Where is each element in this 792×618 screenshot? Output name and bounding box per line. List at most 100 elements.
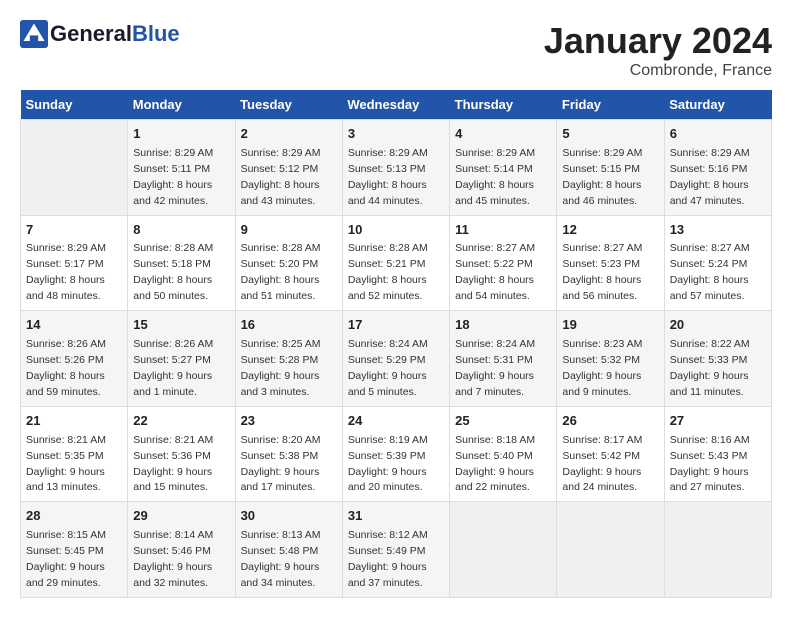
calendar-cell	[450, 502, 557, 598]
calendar-cell: 11Sunrise: 8:27 AMSunset: 5:22 PMDayligh…	[450, 215, 557, 311]
calendar-cell: 9Sunrise: 8:28 AMSunset: 5:20 PMDaylight…	[235, 215, 342, 311]
calendar-cell	[21, 120, 128, 216]
calendar-cell: 15Sunrise: 8:26 AMSunset: 5:27 PMDayligh…	[128, 311, 235, 407]
calendar-cell: 24 Sunrise: 8:19 AMSunset: 5:39 PMDayligh…	[342, 406, 449, 502]
day-number: 14	[26, 316, 122, 335]
day-info: Sunrise: 8:12 AMSunset: 5:49 PMDaylight:…	[348, 529, 428, 589]
day-info: Sunrise: 8:19 AMSunset: 5:39 PMDaylight:…	[348, 434, 428, 494]
calendar-cell: 14 Sunrise: 8:26 AMSunset: 5:26 PMDayligh…	[21, 311, 128, 407]
day-number: 22	[133, 412, 229, 431]
day-number: 23	[241, 412, 337, 431]
week-row-4: 21 Sunrise: 8:21 AMSunset: 5:35 PMDayligh…	[21, 406, 772, 502]
day-number: 7	[26, 221, 122, 240]
day-info: Sunrise: 8:29 AMSunset: 5:13 PMDaylight:…	[348, 147, 428, 207]
day-number: 24	[348, 412, 444, 431]
day-number: 8	[133, 221, 229, 240]
day-info: Sunrise: 8:29 AMSunset: 5:12 PMDaylight:…	[241, 147, 321, 207]
day-number: 18	[455, 316, 551, 335]
calendar-cell: 13 Sunrise: 8:27 AMSunset: 5:24 PMDayligh…	[664, 215, 771, 311]
day-number: 25	[455, 412, 551, 431]
day-number: 12	[562, 221, 658, 240]
calendar-cell: 3 Sunrise: 8:29 AMSunset: 5:13 PMDaylight…	[342, 120, 449, 216]
day-number: 5	[562, 125, 658, 144]
day-info: Sunrise: 8:24 AMSunset: 5:29 PMDaylight:…	[348, 338, 428, 398]
logo-icon	[20, 20, 48, 48]
day-header-friday: Friday	[557, 90, 664, 120]
days-header-row: SundayMondayTuesdayWednesdayThursdayFrid…	[21, 90, 772, 120]
page-header: GeneralBlue January 2024 Combronde, Fran…	[20, 20, 772, 80]
day-info: Sunrise: 8:21 AMSunset: 5:36 PMDaylight:…	[133, 434, 213, 494]
title-block: January 2024 Combronde, France	[544, 20, 772, 80]
day-info: Sunrise: 8:23 AMSunset: 5:32 PMDaylight:…	[562, 338, 642, 398]
week-row-3: 14 Sunrise: 8:26 AMSunset: 5:26 PMDayligh…	[21, 311, 772, 407]
calendar-cell: 28Sunrise: 8:15 AMSunset: 5:45 PMDayligh…	[21, 502, 128, 598]
day-number: 31	[348, 507, 444, 526]
day-number: 1	[133, 125, 229, 144]
month-year: January 2024	[544, 20, 772, 62]
day-info: Sunrise: 8:28 AMSunset: 5:18 PMDaylight:…	[133, 242, 213, 302]
day-info: Sunrise: 8:18 AMSunset: 5:40 PMDaylight:…	[455, 434, 535, 494]
logo-general: General	[50, 21, 132, 46]
calendar-cell: 20 Sunrise: 8:22 AMSunset: 5:33 PMDayligh…	[664, 311, 771, 407]
day-number: 11	[455, 221, 551, 240]
day-info: Sunrise: 8:13 AMSunset: 5:48 PMDaylight:…	[241, 529, 321, 589]
day-number: 28	[26, 507, 122, 526]
day-info: Sunrise: 8:26 AMSunset: 5:26 PMDaylight:…	[26, 338, 106, 398]
logo-text: GeneralBlue	[50, 23, 180, 45]
calendar-cell: 16 Sunrise: 8:25 AMSunset: 5:28 PMDayligh…	[235, 311, 342, 407]
day-info: Sunrise: 8:27 AMSunset: 5:24 PMDaylight:…	[670, 242, 750, 302]
day-info: Sunrise: 8:29 AMSunset: 5:15 PMDaylight:…	[562, 147, 642, 207]
calendar-cell	[664, 502, 771, 598]
day-info: Sunrise: 8:24 AMSunset: 5:31 PMDaylight:…	[455, 338, 535, 398]
calendar-cell: 5 Sunrise: 8:29 AMSunset: 5:15 PMDaylight…	[557, 120, 664, 216]
day-header-thursday: Thursday	[450, 90, 557, 120]
day-header-monday: Monday	[128, 90, 235, 120]
calendar-cell: 7Sunrise: 8:29 AMSunset: 5:17 PMDaylight…	[21, 215, 128, 311]
calendar-cell: 23Sunrise: 8:20 AMSunset: 5:38 PMDayligh…	[235, 406, 342, 502]
day-header-sunday: Sunday	[21, 90, 128, 120]
day-info: Sunrise: 8:27 AMSunset: 5:23 PMDaylight:…	[562, 242, 642, 302]
day-info: Sunrise: 8:17 AMSunset: 5:42 PMDaylight:…	[562, 434, 642, 494]
day-number: 27	[670, 412, 766, 431]
calendar-cell: 30 Sunrise: 8:13 AMSunset: 5:48 PMDayligh…	[235, 502, 342, 598]
day-number: 17	[348, 316, 444, 335]
calendar-cell: 29Sunrise: 8:14 AMSunset: 5:46 PMDayligh…	[128, 502, 235, 598]
logo-blue: Blue	[132, 21, 180, 46]
calendar-cell: 18 Sunrise: 8:24 AMSunset: 5:31 PMDayligh…	[450, 311, 557, 407]
calendar-cell: 8 Sunrise: 8:28 AMSunset: 5:18 PMDaylight…	[128, 215, 235, 311]
logo: GeneralBlue	[20, 20, 180, 48]
calendar-cell: 6Sunrise: 8:29 AMSunset: 5:16 PMDaylight…	[664, 120, 771, 216]
day-info: Sunrise: 8:25 AMSunset: 5:28 PMDaylight:…	[241, 338, 321, 398]
week-row-2: 7Sunrise: 8:29 AMSunset: 5:17 PMDaylight…	[21, 215, 772, 311]
calendar-cell: 22 Sunrise: 8:21 AMSunset: 5:36 PMDayligh…	[128, 406, 235, 502]
day-header-tuesday: Tuesday	[235, 90, 342, 120]
day-number: 19	[562, 316, 658, 335]
calendar-cell: 21 Sunrise: 8:21 AMSunset: 5:35 PMDayligh…	[21, 406, 128, 502]
calendar-cell: 31 Sunrise: 8:12 AMSunset: 5:49 PMDayligh…	[342, 502, 449, 598]
day-number: 2	[241, 125, 337, 144]
calendar-cell: 1Sunrise: 8:29 AMSunset: 5:11 PMDaylight…	[128, 120, 235, 216]
calendar-cell: 25 Sunrise: 8:18 AMSunset: 5:40 PMDayligh…	[450, 406, 557, 502]
day-number: 26	[562, 412, 658, 431]
day-number: 21	[26, 412, 122, 431]
day-number: 30	[241, 507, 337, 526]
day-info: Sunrise: 8:22 AMSunset: 5:33 PMDaylight:…	[670, 338, 750, 398]
calendar-cell: 26 Sunrise: 8:17 AMSunset: 5:42 PMDayligh…	[557, 406, 664, 502]
day-info: Sunrise: 8:21 AMSunset: 5:35 PMDaylight:…	[26, 434, 106, 494]
day-info: Sunrise: 8:28 AMSunset: 5:21 PMDaylight:…	[348, 242, 428, 302]
calendar-cell: 4Sunrise: 8:29 AMSunset: 5:14 PMDaylight…	[450, 120, 557, 216]
day-number: 13	[670, 221, 766, 240]
calendar-table: SundayMondayTuesdayWednesdayThursdayFrid…	[20, 90, 772, 598]
week-row-5: 28Sunrise: 8:15 AMSunset: 5:45 PMDayligh…	[21, 502, 772, 598]
day-number: 29	[133, 507, 229, 526]
calendar-cell: 12 Sunrise: 8:27 AMSunset: 5:23 PMDayligh…	[557, 215, 664, 311]
day-number: 16	[241, 316, 337, 335]
day-header-saturday: Saturday	[664, 90, 771, 120]
day-number: 3	[348, 125, 444, 144]
day-info: Sunrise: 8:29 AMSunset: 5:14 PMDaylight:…	[455, 147, 535, 207]
day-number: 15	[133, 316, 229, 335]
day-header-wednesday: Wednesday	[342, 90, 449, 120]
week-row-1: 1Sunrise: 8:29 AMSunset: 5:11 PMDaylight…	[21, 120, 772, 216]
day-info: Sunrise: 8:28 AMSunset: 5:20 PMDaylight:…	[241, 242, 321, 302]
day-number: 20	[670, 316, 766, 335]
